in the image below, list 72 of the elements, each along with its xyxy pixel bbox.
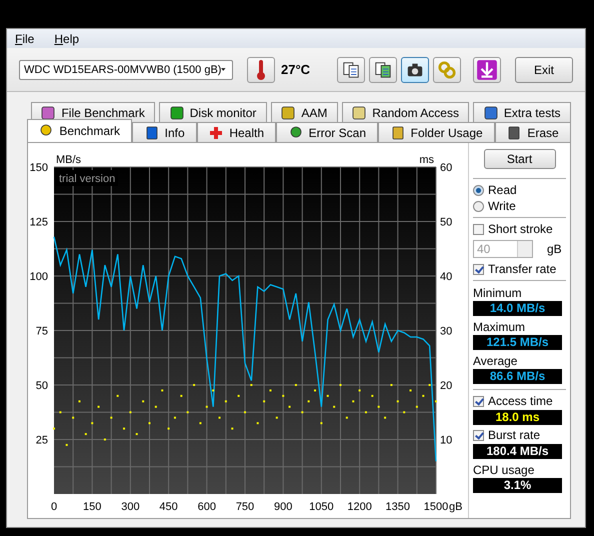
axis-label: 1500 — [424, 501, 448, 513]
transfer-rate-checkbox[interactable]: Transfer rate — [473, 261, 566, 277]
camera-button[interactable] — [401, 56, 429, 83]
axis-label: 75 — [36, 326, 48, 338]
drive-dropdown[interactable]: WDC WD15EARS-00MVWB0 (1500 gB) — [19, 60, 233, 80]
axis-label: 50 — [440, 216, 452, 228]
stat-readout: 86.6 MB/s — [473, 369, 562, 384]
stat-readout: 18.0 ms — [473, 410, 562, 425]
stat-readout: 121.5 MB/s — [473, 335, 562, 350]
start-button[interactable]: Start — [484, 149, 556, 169]
axis-label: 125 — [30, 216, 48, 228]
axis-label: 1200 — [347, 501, 372, 513]
thermometer-icon — [256, 58, 266, 81]
exit-button[interactable]: Exit — [515, 56, 573, 83]
tab[interactable]: Folder Usage — [378, 122, 496, 142]
axis-unit: MB/s — [56, 154, 82, 166]
axis-label: 50 — [36, 380, 48, 392]
axis-label: 300 — [121, 501, 140, 513]
axis-label: 0 — [50, 501, 58, 513]
thermometer-button[interactable] — [247, 56, 275, 83]
copy-color-button[interactable] — [369, 56, 397, 83]
temperature-text: 27°C — [281, 62, 310, 78]
rings-icon — [438, 60, 456, 79]
caret-icon — [221, 67, 226, 72]
axis-label: 150 — [83, 501, 102, 513]
axis-label: 20 — [440, 380, 452, 392]
short-stroke-checkbox[interactable]: Short stroke — [473, 221, 566, 237]
axis-label: 60 — [440, 162, 452, 174]
copy-button[interactable] — [337, 56, 365, 83]
axis-label: 40 — [440, 271, 452, 283]
axis-label: 750 — [236, 501, 254, 513]
tab[interactable]: Benchmark — [27, 119, 132, 142]
health-icon — [209, 126, 224, 140]
axis-label: 1050 — [309, 501, 334, 513]
stat-readout: 180.4 MB/s — [473, 444, 562, 459]
tab[interactable]: Random Access — [342, 102, 470, 122]
tab[interactable]: AAM — [270, 102, 338, 122]
watermark-text: trial version — [59, 173, 116, 185]
axis-unit: ms — [419, 154, 434, 166]
burst-rate-checkbox[interactable]: Burst rate — [473, 427, 566, 443]
unit-label: gB — [547, 242, 562, 256]
save-button[interactable] — [473, 56, 501, 83]
access-time-checkbox[interactable]: Access time — [473, 393, 566, 409]
tab[interactable]: Error Scan — [276, 122, 378, 142]
tab[interactable]: Disk monitor — [159, 102, 267, 122]
tab[interactable]: Erase — [495, 122, 572, 142]
tab[interactable]: Extra tests — [473, 102, 572, 122]
tab[interactable]: Health — [197, 122, 276, 142]
axis-label: 450 — [159, 501, 178, 513]
stat-label: Average — [473, 354, 518, 368]
axis-label: 100 — [30, 271, 48, 283]
axis-label: 900 — [274, 501, 292, 513]
axis-label: 1350 — [386, 501, 410, 513]
stat-readout: 3.1% — [473, 478, 562, 493]
camera-icon — [406, 60, 424, 79]
axis-label: 30 — [440, 326, 452, 338]
axis-label: 10 — [440, 434, 452, 446]
menu-item[interactable]: Help — [54, 32, 80, 46]
stat-label: Minimum — [473, 286, 523, 300]
axis-title: gB — [449, 501, 462, 513]
menu-item[interactable]: File — [15, 32, 34, 46]
stat-readout: 14.0 MB/s — [473, 301, 562, 316]
documents-icon — [342, 60, 360, 79]
stat-label: Maximum — [473, 320, 526, 334]
documents-icon — [374, 60, 392, 79]
stat-label: CPU usage — [473, 463, 536, 477]
axis-label: 600 — [198, 501, 216, 513]
radio-option[interactable]: Read — [473, 182, 566, 198]
axis-label: 150 — [30, 162, 48, 174]
tab[interactable]: Info — [132, 122, 197, 142]
radio-option[interactable]: Write — [473, 198, 566, 214]
axis-label: 25 — [36, 434, 48, 446]
